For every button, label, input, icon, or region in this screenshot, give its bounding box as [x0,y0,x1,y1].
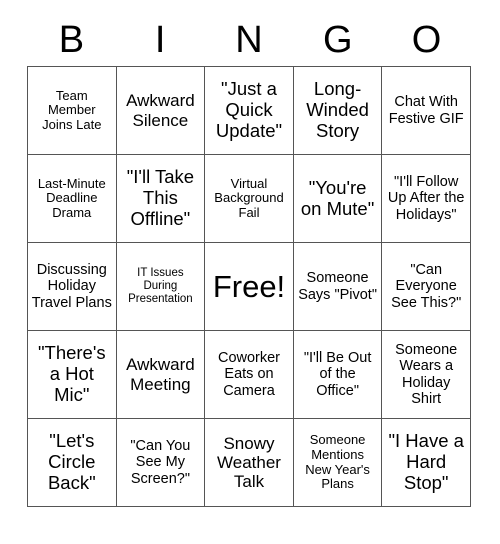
bingo-cell[interactable]: "I'll Follow Up After the Holidays" [382,155,471,243]
bingo-card: B I N G O Team Member Joins Late Awkward… [27,14,471,507]
bingo-cell-label: Free! [212,269,286,304]
bingo-cell-label: Virtual Background Fail [214,175,284,220]
bingo-cell-label: "Can You See My Screen?" [130,438,191,487]
bingo-cell-label: Chat With Festive GIF [388,94,464,127]
bingo-cell-label: "Can Everyone See This?" [391,262,462,311]
bingo-cell-label: "I Have a Hard Stop" [388,430,464,493]
bingo-cell-label: Someone Says "Pivot" [298,270,377,303]
bingo-cell[interactable]: Discussing Holiday Travel Plans [28,243,117,331]
bingo-cell[interactable]: Awkward Meeting [116,331,206,419]
bingo-cell[interactable]: Someone Says "Pivot" [293,243,383,331]
bingo-cell-label: "There's a Hot Mic" [37,342,106,405]
header-letter-n: N [235,19,263,61]
bingo-cell-label: Snowy Weather Talk [217,433,281,492]
bingo-cell[interactable]: Virtual Background Fail [205,155,294,243]
bingo-cell[interactable]: "There's a Hot Mic" [28,331,117,419]
bingo-cell[interactable]: "I'll Be Out of the Office" [293,331,383,419]
bingo-cell[interactable]: "I'll Take This Offline" [116,155,206,243]
bingo-cell-label: Discussing Holiday Travel Plans [31,262,112,311]
bingo-cell-label: Long-Winded Story [306,78,369,141]
bingo-cell[interactable]: "Can Everyone See This?" [382,243,471,331]
bingo-cell[interactable]: IT Issues During Presentation [116,243,206,331]
bingo-cell[interactable]: Team Member Joins Late [28,67,117,155]
bingo-cell-label: "Let's Circle Back" [47,430,96,493]
bingo-cell-label: "I'll Follow Up After the Holidays" [387,174,465,223]
bingo-cell-label: "Just a Quick Update" [215,78,283,141]
bingo-cell-label: Awkward Silence [126,91,195,130]
header-letter-g: G [323,19,353,61]
bingo-cell-label: Coworker Eats on Camera [217,350,281,399]
bingo-header: B I N G O [27,14,471,66]
bingo-cell-label: IT Issues During Presentation [128,267,193,305]
bingo-cell[interactable]: Someone Mentions New Year's Plans [293,419,383,507]
bingo-cell-label: "I'll Take This Offline" [126,166,195,229]
header-letter-o: O [411,19,442,61]
bingo-cell[interactable]: Snowy Weather Talk [205,419,294,507]
bingo-cell-free-space[interactable]: Free! [205,243,294,331]
bingo-cell[interactable]: "You're on Mute" [293,155,383,243]
bingo-cell[interactable]: Long-Winded Story [293,67,383,155]
bingo-cell[interactable]: Coworker Eats on Camera [205,331,294,419]
bingo-cell[interactable]: Someone Wears a Holiday Shirt [382,331,471,419]
header-letter-b: B [58,19,85,61]
bingo-cell[interactable]: "Can You See My Screen?" [116,419,206,507]
bingo-cell[interactable]: Last-Minute Deadline Drama [28,155,117,243]
bingo-cell-label: Someone Wears a Holiday Shirt [395,342,458,407]
bingo-cell[interactable]: Awkward Silence [116,67,206,155]
bingo-cell[interactable]: Chat With Festive GIF [382,67,471,155]
bingo-cell-label: Awkward Meeting [126,355,195,394]
bingo-cell-label: Last-Minute Deadline Drama [37,175,106,220]
bingo-cell[interactable]: "Just a Quick Update" [205,67,294,155]
bingo-grid: Team Member Joins Late Awkward Silence "… [27,66,471,507]
bingo-cell-label: Team Member Joins Late [42,87,102,132]
header-letter-i: I [154,19,166,61]
bingo-cell-label: "I'll Be Out of the Office" [303,350,372,399]
bingo-cell[interactable]: "Let's Circle Back" [28,419,117,507]
bingo-cell-label: "You're on Mute" [300,176,375,219]
bingo-cell-label: Someone Mentions New Year's Plans [305,432,370,492]
bingo-cell[interactable]: "I Have a Hard Stop" [382,419,471,507]
